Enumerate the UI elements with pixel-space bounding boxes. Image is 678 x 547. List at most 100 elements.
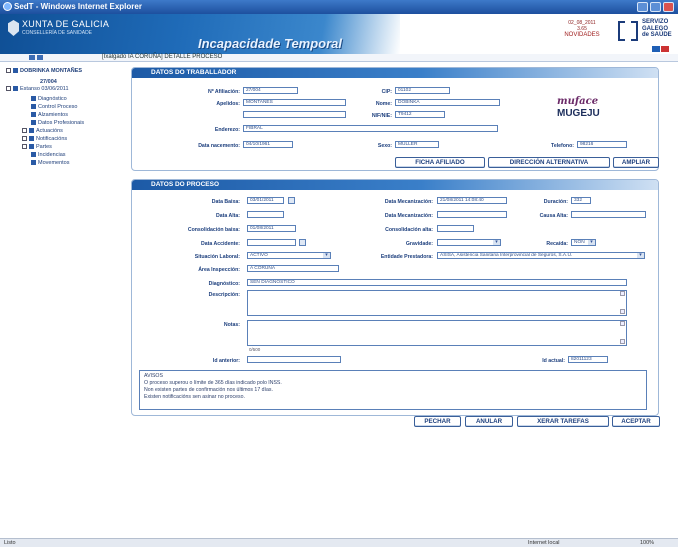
sidebar-item-notificacions[interactable]: Notificacións xyxy=(22,136,67,142)
calendar-icon[interactable] xyxy=(288,197,295,204)
mugeju-logo: MUGEJU xyxy=(557,108,600,119)
sidebar-item-label: Diagnóstico xyxy=(38,96,67,102)
duracion-field[interactable]: 332 xyxy=(571,197,591,204)
label-diagnostico: Diagnóstico: xyxy=(208,281,240,287)
flag-icon[interactable] xyxy=(661,46,669,52)
window-title: SedT - Windows Internet Explorer xyxy=(14,2,142,11)
sidebar-item-actuacions[interactable]: Actuacións xyxy=(22,128,63,134)
notas-textarea[interactable] xyxy=(247,320,627,346)
folder-icon xyxy=(29,144,34,150)
breadcrumb-bar: [Ixalgado IA CORUÑA] DETALLE PROCESO xyxy=(0,54,678,62)
sidebar-process[interactable]: Estanso 03/06/2011 xyxy=(6,86,69,92)
notas-counter: 0/500 xyxy=(249,347,261,352)
enderezo-field[interactable]: FIBRAL xyxy=(243,125,498,132)
avisos-title: AVISOS xyxy=(144,373,163,379)
briefcase-icon xyxy=(31,120,36,126)
causa-alta-field[interactable] xyxy=(571,211,646,218)
sidebar-item-datos-profesionais[interactable]: Datos Profesionais xyxy=(31,120,84,126)
collapse-icon[interactable] xyxy=(6,86,11,92)
expand-icon[interactable] xyxy=(22,128,27,134)
label-cip: CIP: xyxy=(381,89,392,95)
consolidacion-alta-field[interactable] xyxy=(437,225,474,232)
muface-logo: muface xyxy=(557,96,599,107)
sidebar-item-alzamientos[interactable]: Alzamientos xyxy=(31,112,68,118)
label-situacion-laboral: Situación Laboral: xyxy=(194,254,240,260)
id-actual-field[interactable]: 82011123 xyxy=(568,356,608,363)
label-duracion: Duración: xyxy=(543,199,568,205)
cip-field[interactable]: 01102 xyxy=(395,87,450,94)
calendar-icon[interactable] xyxy=(299,239,306,246)
scroll-down-icon[interactable] xyxy=(620,309,625,314)
collapse-icon[interactable] xyxy=(6,68,11,74)
expand-icon[interactable] xyxy=(22,136,27,142)
nif-field[interactable]: T9412 xyxy=(395,111,445,118)
label-notas: Notas: xyxy=(223,322,240,328)
situacion-laboral-select[interactable]: ACTIVO xyxy=(247,252,331,259)
recaida-select[interactable]: NON xyxy=(571,239,596,246)
aceptar-button[interactable]: ACEPTAR xyxy=(612,416,660,427)
arrows-icon xyxy=(31,160,36,166)
sidebar-item-label: Movementos xyxy=(38,160,70,166)
label-sexo: Sexo: xyxy=(377,143,392,149)
data-mecanizacion-field[interactable]: 21/08/2011 14:08:40 xyxy=(437,197,507,204)
person-icon xyxy=(13,68,18,74)
home-icon[interactable] xyxy=(29,55,35,60)
minimize-icon[interactable] xyxy=(637,2,648,12)
sidebar-item-partes[interactable]: Partes xyxy=(22,144,52,150)
nome-field[interactable]: DOBINKA xyxy=(395,99,500,106)
scroll-up-icon[interactable] xyxy=(620,291,625,296)
pechar-button[interactable]: PECHAR xyxy=(414,416,461,427)
data-nacemento-field[interactable]: 04/10/1961 xyxy=(243,141,293,148)
security-zone: Internet local xyxy=(528,540,560,546)
sidebar-item-control[interactable]: Control Proceso xyxy=(31,104,77,110)
scroll-up-icon[interactable] xyxy=(620,321,625,326)
sergas-line: SERVIZO xyxy=(642,19,669,25)
direccion-alternativa-button[interactable]: DIRECCIÓN ALTERNATIVA xyxy=(488,157,610,168)
data-alta-field[interactable] xyxy=(247,211,284,218)
anular-button[interactable]: ANULAR xyxy=(465,416,513,427)
afiliacion-field[interactable]: 27/004 xyxy=(243,87,298,94)
entidade-prestadora-select[interactable]: ASISA, Asistencia Sanitaria Interprovinc… xyxy=(437,252,645,259)
gravidade-select[interactable] xyxy=(437,239,501,246)
print-icon[interactable] xyxy=(37,55,43,60)
label-gravidade: Gravidade: xyxy=(405,241,433,247)
sidebar-item-incidencias[interactable]: Incidencias xyxy=(31,152,66,158)
sidebar-item-label: Control Proceso xyxy=(38,104,78,110)
ficha-afiliado-button[interactable]: FICHA AFILIADO xyxy=(395,157,485,168)
maximize-icon[interactable] xyxy=(650,2,661,12)
diagnostico-field[interactable]: SEN DIAGNÓSTICO xyxy=(247,279,627,286)
sidebar-id: 27/004 xyxy=(40,79,57,85)
novidades-link[interactable]: 02_08_2011 3.65 NOVIDADES xyxy=(558,20,606,38)
descripcion-textarea[interactable] xyxy=(247,290,627,316)
ampliar-button[interactable]: AMPLIAR xyxy=(613,157,659,168)
label-entidade-prestadora: Entidade Prestadora: xyxy=(380,254,433,260)
avisos-box: AVISOS O proceso superou o límite de 365… xyxy=(139,370,647,410)
xerar-tarefas-button[interactable]: XERAR TAREFAS xyxy=(517,416,609,427)
sergas-line: de SAÚDE xyxy=(642,32,672,38)
telefono-field[interactable]: 98216 xyxy=(577,141,627,148)
flag-icon[interactable] xyxy=(652,46,660,52)
data-accidente-field[interactable] xyxy=(247,239,296,246)
area-inspeccion-field[interactable]: A CORUÑA xyxy=(247,265,339,272)
consolidacion-baixa-field[interactable]: 01/08/2011 xyxy=(247,225,296,232)
zoom-level[interactable]: 100% xyxy=(640,540,654,546)
patient-name: DOBRINKA MONTAÑES xyxy=(20,68,83,74)
worker-panel-title: DATOS DO TRABALLADOR xyxy=(151,69,237,76)
aviso-line: Non existen partes de confirmación nos ú… xyxy=(144,387,273,393)
label-nif: NIF/NIE: xyxy=(371,113,392,119)
data-baixa-field[interactable]: 03/01/2011 xyxy=(247,197,284,204)
sidebar-item-diagnostico[interactable]: Diagnóstico xyxy=(31,96,67,102)
apelidos2-field[interactable] xyxy=(243,111,346,118)
novidades-label: NOVIDADES xyxy=(564,32,600,38)
apelidos-field[interactable]: MONTAÑES xyxy=(243,99,346,106)
language-flags[interactable] xyxy=(652,46,669,52)
sexo-field[interactable]: MULLER xyxy=(395,141,439,148)
expand-icon[interactable] xyxy=(22,144,27,150)
scroll-down-icon[interactable] xyxy=(620,339,625,344)
data-mecanizacion-alta-field[interactable] xyxy=(437,211,507,218)
close-icon[interactable] xyxy=(663,2,674,12)
sidebar-patient[interactable]: DOBRINKA MONTAÑES xyxy=(6,68,82,74)
id-anterior-field[interactable] xyxy=(247,356,341,363)
sidebar-item-movementos[interactable]: Movementos xyxy=(31,160,70,166)
sidebar-item-label: Alzamientos xyxy=(38,112,68,118)
